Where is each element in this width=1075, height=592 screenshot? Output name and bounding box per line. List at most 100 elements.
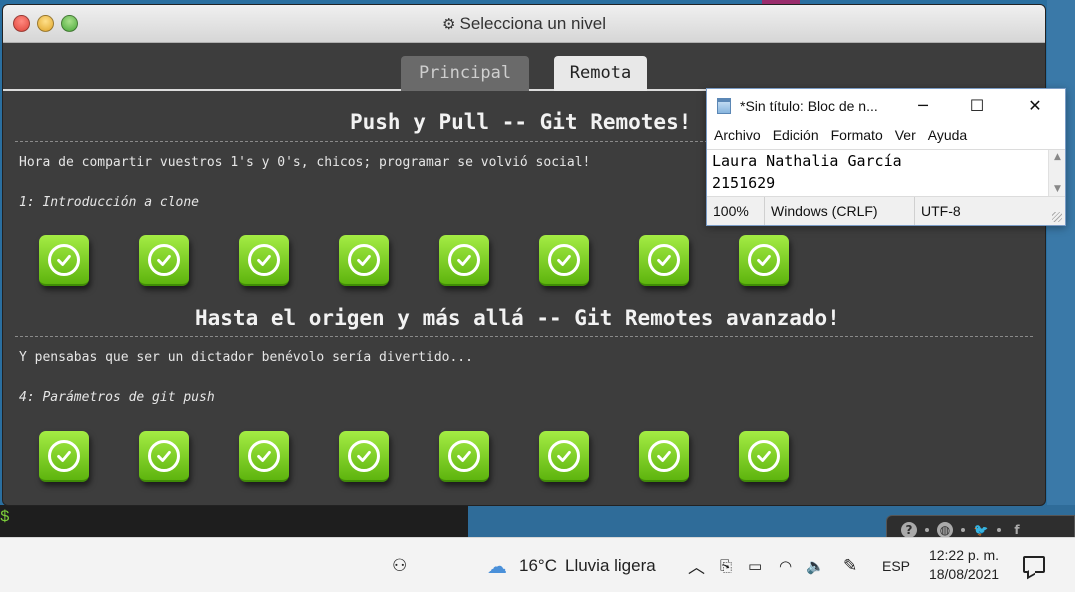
status-encoding: UTF-8 (921, 203, 961, 219)
level-button[interactable] (639, 235, 689, 286)
section-subtitle: 1: Introducción a clone (19, 195, 200, 210)
notepad-icon (717, 98, 731, 114)
close-icon[interactable]: ✕ (1012, 93, 1058, 119)
maximize-icon[interactable]: ☐ (954, 93, 1000, 119)
notepad-title: *Sin título: Bloc de n... (740, 98, 878, 114)
window-title: ⚙ Selecciona un nivel (3, 14, 1045, 34)
menu-ver[interactable]: Ver (895, 123, 922, 149)
checkmark-icon (248, 243, 280, 276)
level-select-window: ⚙ Selecciona un nivel Principal Remota Pu… (2, 4, 1046, 506)
volume-icon[interactable]: 🔈 (806, 538, 825, 592)
checkmark-icon (148, 439, 180, 472)
checkmark-icon (48, 439, 80, 472)
weather-temp: 16°C (519, 555, 557, 575)
level-button[interactable] (539, 431, 589, 482)
level-button[interactable] (639, 431, 689, 482)
status-line-endings: Windows (CRLF) (765, 197, 915, 225)
checkmark-icon (648, 439, 680, 472)
separator-dot (925, 528, 929, 532)
level-grid (39, 431, 789, 482)
notepad-menubar: Archivo Edición Formato Ver Ayuda (707, 123, 1065, 149)
help-icon[interactable]: ? (901, 522, 917, 538)
language-indicator[interactable]: ESP (882, 538, 910, 592)
terminal-window[interactable] (0, 505, 468, 537)
pen-icon[interactable]: ✎ (843, 538, 857, 592)
minimize-icon[interactable]: ─ (900, 93, 946, 119)
checkmark-icon (748, 439, 780, 472)
checkmark-icon (248, 439, 280, 472)
checkmark-icon (148, 243, 180, 276)
gear-icon: ⚙ (442, 15, 456, 33)
section-subtitle: 4: Parámetros de git push (19, 390, 215, 405)
menu-formato[interactable]: Formato (831, 123, 889, 149)
level-button[interactable] (339, 431, 389, 482)
checkmark-icon (448, 243, 480, 276)
window-titlebar[interactable]: ⚙ Selecciona un nivel (3, 5, 1045, 43)
notepad-window: *Sin título: Bloc de n... ─ ☐ ✕ Archivo … (706, 88, 1066, 226)
meet-now-icon[interactable]: ⎘ (720, 538, 732, 592)
vertical-scrollbar[interactable]: ▲ ▼ (1048, 150, 1065, 196)
globe-icon[interactable]: ◍ (937, 522, 953, 538)
level-grid (39, 235, 789, 286)
tab-principal[interactable]: Principal (401, 56, 529, 91)
checkmark-icon (648, 243, 680, 276)
menu-ayuda[interactable]: Ayuda (928, 123, 973, 149)
level-button[interactable] (539, 235, 589, 286)
level-button[interactable] (39, 235, 89, 286)
checkmark-icon (548, 243, 580, 276)
weather-widget[interactable]: ☁ 16°C Lluvia ligera (487, 538, 656, 592)
weather-desc: Lluvia ligera (564, 555, 656, 575)
facebook-icon[interactable]: f (1009, 522, 1025, 538)
level-button[interactable] (439, 235, 489, 286)
checkmark-icon (348, 439, 380, 472)
scroll-down-icon[interactable]: ▼ (1049, 184, 1066, 194)
level-button[interactable] (339, 235, 389, 286)
separator-dot (997, 528, 1001, 532)
checkmark-icon (748, 243, 780, 276)
level-button[interactable] (239, 235, 289, 286)
text-line: Laura Nathalia García (712, 152, 902, 170)
tab-bar: Principal Remota (3, 43, 1045, 91)
terminal-prompt: $ (0, 508, 10, 526)
clock-date: 18/08/2021 (928, 566, 1000, 582)
people-icon[interactable]: ⚇ (392, 538, 407, 592)
window-title-text: Selecciona un nivel (459, 14, 606, 33)
battery-icon[interactable]: ▭ (748, 538, 762, 592)
menu-edicion[interactable]: Edición (773, 123, 825, 149)
checkmark-icon (548, 439, 580, 472)
cloud-rain-icon: ☁ (487, 553, 507, 578)
separator-dot (961, 528, 965, 532)
checkmark-icon (348, 243, 380, 276)
notepad-titlebar[interactable]: *Sin título: Bloc de n... ─ ☐ ✕ (707, 89, 1065, 123)
level-button[interactable] (739, 431, 789, 482)
status-zoom: 100% (707, 197, 765, 225)
level-button[interactable] (39, 431, 89, 482)
text-line: 2151629 (712, 174, 776, 192)
checkmark-icon (448, 439, 480, 472)
section-description: Hora de compartir vuestros 1's y 0's, ch… (19, 155, 591, 170)
chevron-up-icon[interactable]: ︿ (688, 538, 705, 592)
section-title: Hasta el origen y más allá -- Git Remote… (195, 306, 840, 330)
wifi-icon[interactable]: ◠ (779, 538, 792, 592)
twitter-icon[interactable]: 🐦 (973, 522, 989, 538)
level-button[interactable] (139, 431, 189, 482)
section-title: Push y Pull -- Git Remotes! (350, 110, 692, 134)
tab-remota[interactable]: Remota (554, 56, 647, 91)
checkmark-icon (48, 243, 80, 276)
section-divider (15, 336, 1033, 337)
level-button[interactable] (739, 235, 789, 286)
scroll-up-icon[interactable]: ▲ (1049, 152, 1066, 162)
menu-archivo[interactable]: Archivo (714, 123, 767, 149)
clock[interactable]: 12:22 p. m. 18/08/2021 (920, 546, 1008, 584)
clock-time: 12:22 p. m. (928, 547, 1000, 563)
resize-grip[interactable] (1052, 212, 1062, 222)
notepad-text-area[interactable]: Laura Nathalia García 2151629 ▲ ▼ (707, 149, 1065, 197)
level-button[interactable] (139, 235, 189, 286)
notifications-icon[interactable] (1023, 556, 1045, 573)
section-description: Y pensabas que ser un dictador benévolo … (19, 350, 473, 365)
level-button[interactable] (439, 431, 489, 482)
notepad-statusbar: 100% Windows (CRLF) UTF-8 (707, 197, 1065, 225)
taskbar: ⚇ ☁ 16°C Lluvia ligera ︿ ⎘ ▭ ◠ 🔈 ✎ ESP 1… (0, 537, 1075, 592)
desktop-background (1047, 0, 1075, 535)
level-button[interactable] (239, 431, 289, 482)
